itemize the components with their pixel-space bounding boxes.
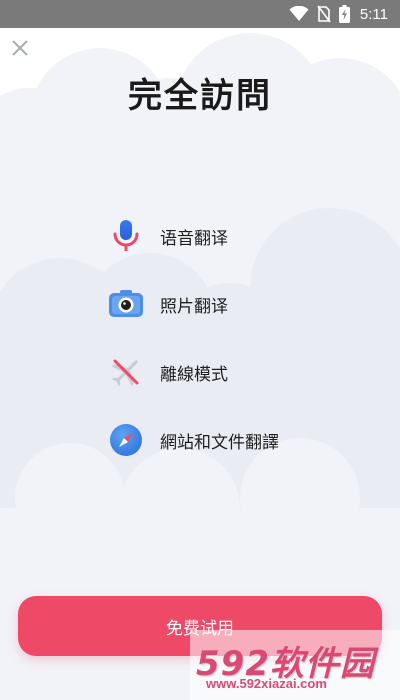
feature-item-offline: 離線模式 <box>108 352 228 392</box>
no-sim-icon <box>317 5 331 23</box>
close-icon <box>12 40 28 56</box>
microphone-icon <box>108 218 144 254</box>
feature-label: 照片翻译 <box>160 296 228 317</box>
close-button[interactable] <box>6 34 34 62</box>
status-icons: 5:11 <box>289 4 388 24</box>
compass-icon <box>108 422 144 458</box>
feature-label: 離線模式 <box>160 364 228 385</box>
feature-label: 语音翻译 <box>160 228 228 249</box>
camera-icon <box>108 286 144 322</box>
feature-item-web: 網站和文件翻譯 <box>108 420 279 460</box>
airplane-off-icon <box>108 354 144 390</box>
feature-item-voice: 语音翻译 <box>108 216 228 256</box>
status-bar: 5:11 <box>0 0 400 28</box>
status-time: 5:11 <box>359 5 388 23</box>
watermark-url: www.592xiazai.com <box>206 676 327 691</box>
feature-item-photo: 照片翻译 <box>108 284 228 324</box>
wifi-icon <box>289 6 309 22</box>
feature-label: 網站和文件翻譯 <box>160 432 279 453</box>
battery-charging-icon <box>338 5 350 23</box>
page-title: 完全訪問 <box>128 76 272 116</box>
